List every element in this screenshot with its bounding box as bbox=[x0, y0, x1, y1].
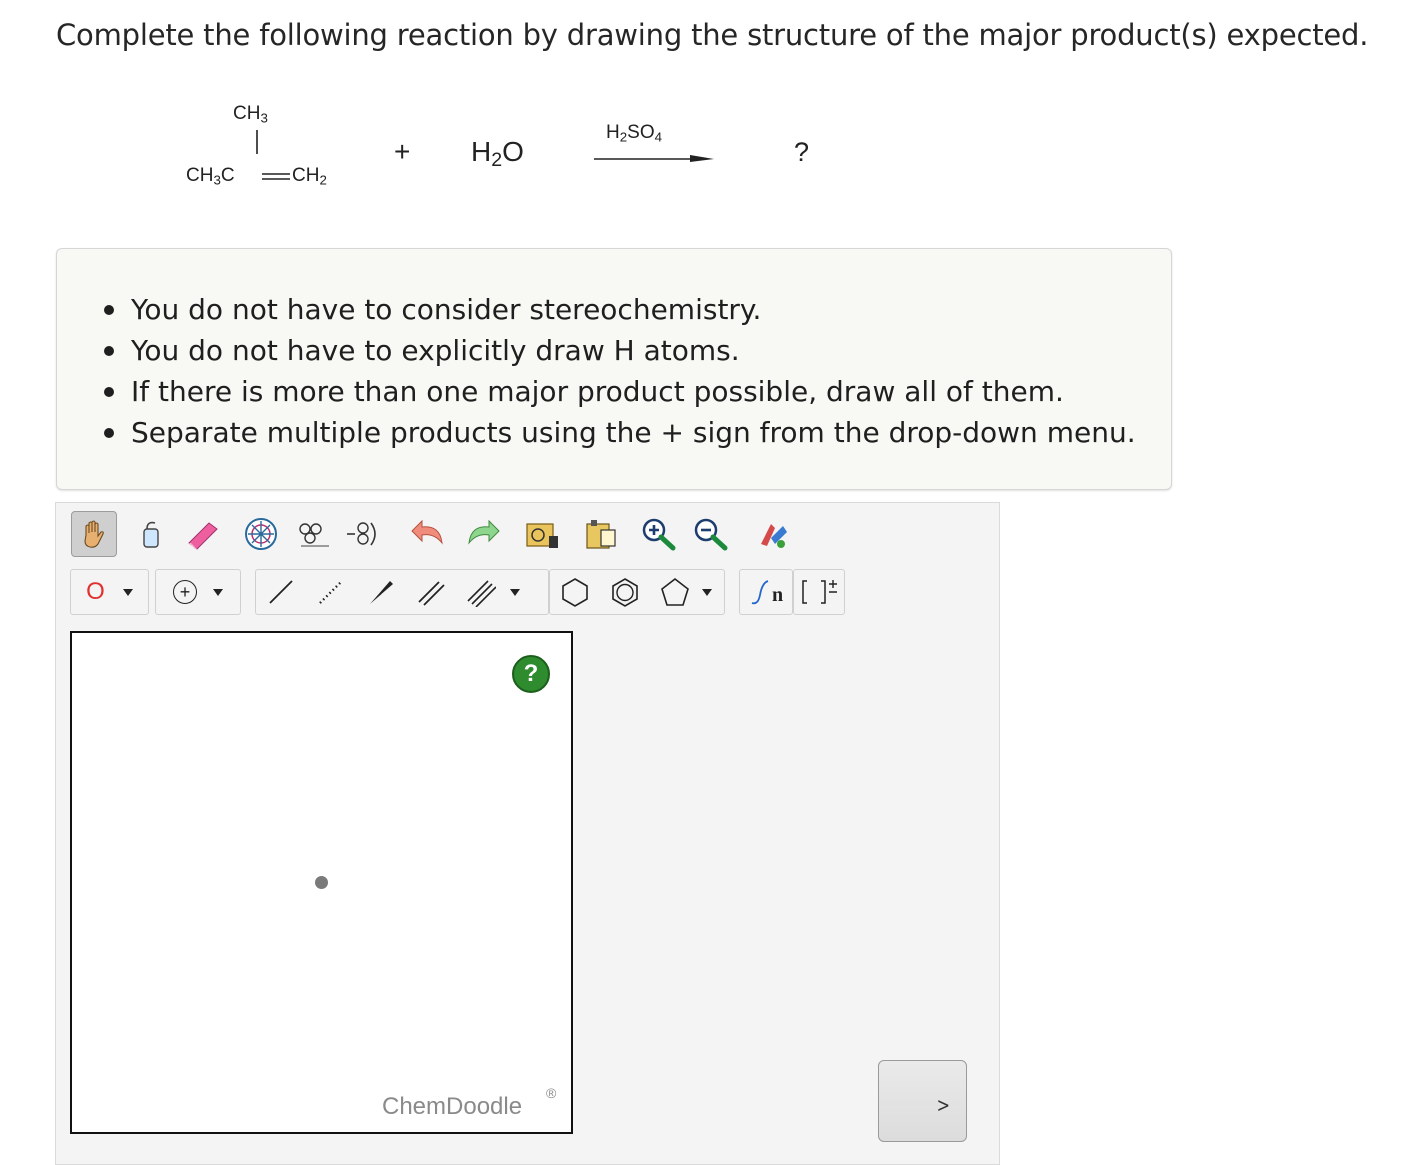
water-reagent: H2O bbox=[471, 136, 524, 171]
zoom-out-icon[interactable] bbox=[688, 511, 734, 557]
reactant-c2: CH3C bbox=[186, 165, 235, 188]
cursor-dot bbox=[315, 876, 328, 889]
atom-selector[interactable]: O bbox=[70, 569, 149, 615]
polymer-label: n bbox=[772, 584, 784, 606]
polymer-bracket-button[interactable]: n bbox=[739, 569, 793, 615]
hand-icon[interactable] bbox=[71, 511, 117, 557]
chevron-down-icon[interactable] bbox=[702, 588, 712, 596]
rotate-icon[interactable] bbox=[340, 511, 386, 557]
charge-bracket-button[interactable] bbox=[793, 569, 845, 615]
charge-bracket-icon bbox=[802, 580, 837, 604]
question-text: Complete the following reaction by drawi… bbox=[56, 18, 1369, 52]
zoom-in-icon[interactable] bbox=[636, 511, 682, 557]
template-icon[interactable] bbox=[520, 511, 566, 557]
clean-icon[interactable] bbox=[750, 511, 796, 557]
cyclopentane-icon[interactable] bbox=[650, 570, 700, 614]
instruction-item: Separate multiple products using the + s… bbox=[104, 412, 1136, 453]
chevron-right-icon: > bbox=[936, 1093, 951, 1117]
reactant-ch2: CH2 bbox=[292, 165, 327, 188]
hash-bond-icon[interactable] bbox=[306, 570, 356, 614]
chevron-down-icon[interactable] bbox=[510, 588, 520, 596]
ring-tools bbox=[549, 569, 725, 615]
redo-icon[interactable] bbox=[460, 511, 506, 557]
catalyst-label: H2SO4 bbox=[606, 122, 662, 145]
instruction-item: If there is more than one major product … bbox=[104, 371, 1136, 412]
chevron-down-icon bbox=[122, 588, 133, 596]
reaction-arrow bbox=[594, 155, 714, 162]
atom-label: O bbox=[86, 578, 105, 605]
benzene-icon[interactable] bbox=[600, 570, 650, 614]
instructions-list: You do not have to consider stereochemis… bbox=[104, 289, 1136, 453]
clipboard-icon[interactable] bbox=[578, 511, 624, 557]
triple-bond-icon[interactable] bbox=[456, 570, 506, 614]
flip-icon[interactable] bbox=[292, 511, 338, 557]
center-icon[interactable] bbox=[238, 511, 284, 557]
unknown-product: ? bbox=[794, 137, 810, 167]
wedge-bond-icon[interactable] bbox=[356, 570, 406, 614]
instruction-item: You do not have to explicitly draw H ato… bbox=[104, 330, 1136, 371]
registered-mark: ® bbox=[546, 1085, 557, 1101]
bond-tools bbox=[255, 569, 549, 615]
charge-selector[interactable]: + bbox=[155, 569, 241, 615]
lasso-icon[interactable] bbox=[128, 511, 174, 557]
plus-sign: + bbox=[394, 136, 411, 167]
charge-icon: + bbox=[173, 580, 197, 604]
cyclohexane-icon[interactable] bbox=[550, 570, 600, 614]
double-bond-icon[interactable] bbox=[406, 570, 456, 614]
chemdoodle-sketcher: O + n ? ChemDoodle ® > bbox=[55, 502, 1000, 1165]
single-bond-icon[interactable] bbox=[256, 570, 306, 614]
drawing-canvas[interactable]: ? ChemDoodle ® bbox=[70, 631, 573, 1134]
undo-icon[interactable] bbox=[405, 511, 451, 557]
instruction-item: You do not have to consider stereochemis… bbox=[104, 289, 1136, 330]
answer-dropdown[interactable]: > bbox=[878, 1060, 967, 1142]
instructions-box: You do not have to consider stereochemis… bbox=[56, 248, 1172, 490]
reactant-methyl-group: CH3 bbox=[233, 103, 268, 126]
eraser-icon[interactable] bbox=[180, 511, 226, 557]
help-button[interactable]: ? bbox=[512, 655, 550, 693]
chevron-down-icon bbox=[213, 588, 223, 596]
chemdoodle-logo: ChemDoodle bbox=[382, 1093, 523, 1120]
